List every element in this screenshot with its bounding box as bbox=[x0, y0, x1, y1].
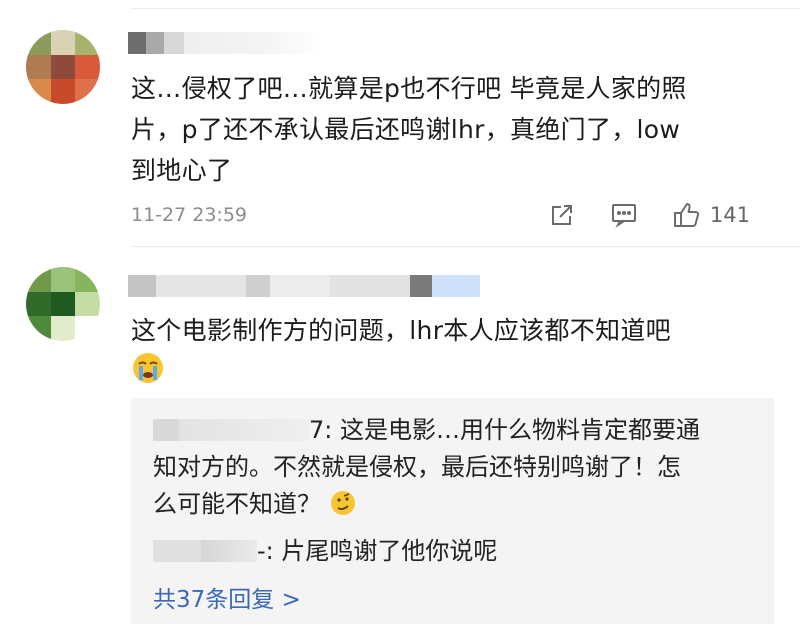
reply-text: 这是电影…用什么物料肯定都要通 bbox=[340, 416, 700, 444]
share-icon[interactable] bbox=[548, 201, 576, 229]
thinking-face-emoji bbox=[329, 489, 357, 517]
username-blurred[interactable] bbox=[128, 32, 324, 54]
like-count: 141 bbox=[709, 203, 750, 227]
reply-item: -: 片尾鸣谢了他你说呢 bbox=[153, 533, 763, 570]
avatar[interactable] bbox=[26, 267, 100, 341]
comment-text-line: 片，p了还不承认最后还鸣谢lhr，真绝门了，low bbox=[131, 115, 681, 144]
like-button[interactable]: 141 bbox=[672, 200, 750, 230]
comment-text-line: 到地心了 bbox=[131, 156, 233, 185]
timestamp: 11-27 23:59 bbox=[131, 204, 248, 226]
reply-text: 么可能不知道？ bbox=[153, 490, 321, 518]
comment-item: 这个电影制作方的问题，lhr本人应该都不知道吧 7: 这是电影…用什么物料肯定都… bbox=[0, 247, 800, 628]
comment-meta: 11-27 23:59 141 bbox=[131, 200, 776, 230]
comment-item: 这…侵权了吧…就算是p也不行吧 毕竟是人家的照 片，p了还不承认最后还鸣谢lhr… bbox=[0, 0, 800, 246]
reply-name-suffix: 7: bbox=[309, 416, 333, 444]
comment-text: 这个电影制作方的问题，lhr本人应该都不知道吧 bbox=[131, 310, 771, 392]
avatar-mosaic bbox=[26, 30, 100, 104]
reply-username-blurred[interactable] bbox=[153, 419, 179, 441]
reply-username-blurred[interactable] bbox=[153, 540, 201, 562]
view-more-replies-link[interactable]: 共37条回复 > bbox=[153, 580, 301, 614]
crying-face-emoji bbox=[131, 351, 165, 385]
username-blurred[interactable] bbox=[128, 275, 480, 297]
reply-text: 知对方的。不然就是侵权，最后还特别鸣谢了！怎 bbox=[153, 453, 681, 481]
reply-item: 7: 这是电影…用什么物料肯定都要通 知对方的。不然就是侵权，最后还特别鸣谢了！… bbox=[153, 412, 763, 523]
reply-text: 片尾鸣谢了他你说呢 bbox=[281, 537, 498, 565]
reply-box: 7: 这是电影…用什么物料肯定都要通 知对方的。不然就是侵权，最后还特别鸣谢了！… bbox=[131, 398, 774, 624]
comment-actions: 141 bbox=[548, 200, 750, 230]
comment-text-line: 这…侵权了吧…就算是p也不行吧 毕竟是人家的照 bbox=[131, 74, 687, 103]
comment-icon[interactable] bbox=[610, 201, 638, 229]
avatar-mosaic bbox=[26, 267, 100, 341]
comment-text-line: 这个电影制作方的问题，lhr本人应该都不知道吧 bbox=[131, 316, 671, 345]
reply-name-suffix: -: bbox=[257, 537, 274, 565]
avatar[interactable] bbox=[26, 30, 100, 104]
thumbs-up-icon bbox=[672, 200, 702, 230]
comment-text: 这…侵权了吧…就算是p也不行吧 毕竟是人家的照 片，p了还不承认最后还鸣谢lhr… bbox=[131, 68, 771, 191]
crying-emoji-line bbox=[131, 351, 771, 392]
